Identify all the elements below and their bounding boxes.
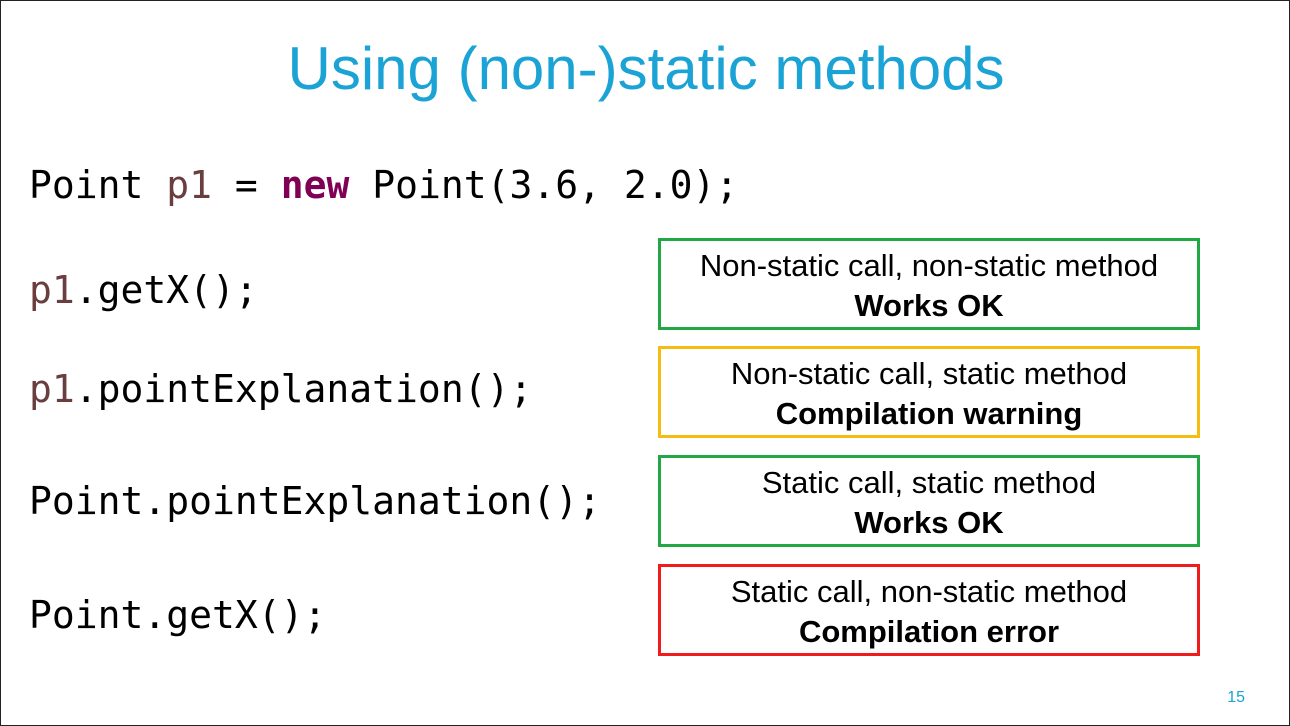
code-line-instance-pointexplanation: p1.pointExplanation();: [29, 365, 532, 413]
result-outcome: Compilation error: [798, 614, 1060, 649]
code-variable: p1: [29, 268, 75, 312]
result-description: Non-static call, non-static method: [699, 248, 1159, 283]
result-description: Static call, static method: [761, 465, 1097, 500]
code-line-point-constructor: Point p1 = new Point(3.6, 2.0);: [29, 161, 738, 209]
code-line-instance-getx: p1.getX();: [29, 266, 258, 314]
code-method-call: .getX();: [74, 268, 258, 312]
result-outcome: Works OK: [854, 288, 1004, 323]
page-number: 15: [1227, 689, 1245, 706]
code-equals: =: [212, 163, 281, 207]
code-keyword: new: [280, 163, 350, 207]
code-variable: p1: [166, 163, 213, 207]
result-outcome: Compilation warning: [775, 396, 1083, 431]
code-type: Point: [29, 163, 144, 207]
result-box-compilation-error: Static call, non-static method Compilati…: [658, 564, 1200, 656]
result-description: Static call, non-static method: [730, 574, 1128, 609]
slide: Using (non-)static methods Point p1 = ne…: [0, 0, 1290, 726]
result-outcome: Works OK: [854, 505, 1004, 540]
result-box-works-ok-1: Non-static call, non-static method Works…: [658, 238, 1200, 330]
result-box-works-ok-2: Static call, static method Works OK: [658, 455, 1200, 547]
code-line-static-pointexplanation: Point.pointExplanation();: [29, 479, 601, 523]
code-constructor-call: Point(3.6, 2.0);: [349, 163, 739, 207]
result-box-compilation-warning: Non-static call, static method Compilati…: [658, 346, 1200, 438]
result-description: Non-static call, static method: [730, 356, 1128, 391]
code-method-call: .pointExplanation();: [74, 367, 533, 411]
code-variable: p1: [29, 367, 75, 411]
slide-title: Using (non-)static methods: [287, 35, 1005, 102]
code-line-static-getx: Point.getX();: [29, 593, 327, 637]
